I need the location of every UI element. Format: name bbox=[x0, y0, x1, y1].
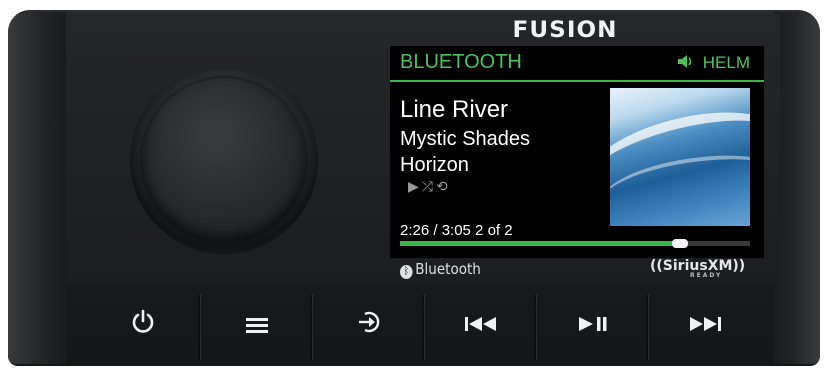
button-strip bbox=[66, 284, 780, 366]
device-side-left bbox=[8, 12, 66, 364]
zone-label: HELM bbox=[702, 53, 750, 72]
screen-header: BLUETOOTH HELM bbox=[390, 46, 764, 82]
power-icon bbox=[130, 309, 156, 341]
previous-track-button[interactable] bbox=[426, 284, 536, 366]
playback-mode-icons: ▶⤮⟲ bbox=[408, 178, 451, 194]
progress-fill bbox=[400, 241, 680, 246]
song-title: Line River bbox=[400, 96, 509, 123]
power-button[interactable] bbox=[88, 284, 198, 366]
source-label: BLUETOOTH bbox=[400, 51, 522, 73]
play-pause-icon bbox=[578, 313, 608, 338]
button-divider bbox=[198, 294, 200, 360]
progress-thumb bbox=[672, 239, 688, 248]
next-track-button[interactable] bbox=[650, 284, 760, 366]
button-divider bbox=[422, 294, 424, 360]
rotary-knob[interactable] bbox=[142, 78, 306, 242]
source-input-icon bbox=[356, 309, 382, 341]
album-art-image bbox=[610, 88, 750, 226]
previous-track-icon bbox=[464, 313, 498, 338]
button-divider bbox=[646, 294, 648, 360]
play-pause-button[interactable] bbox=[538, 284, 648, 366]
progress-bar bbox=[400, 239, 750, 248]
siriusxm-ready-text: READY bbox=[690, 272, 723, 279]
track-time: 2:26 / 3:05 2 of 2 bbox=[400, 222, 513, 239]
speaker-icon bbox=[678, 53, 694, 73]
album-name: Horizon bbox=[400, 154, 469, 176]
next-track-icon bbox=[688, 313, 722, 338]
source-button[interactable] bbox=[314, 284, 424, 366]
bluetooth-badge: ᛒ Bluetooth bbox=[400, 260, 481, 279]
button-divider bbox=[310, 294, 312, 360]
bluetooth-icon: ᛒ bbox=[400, 265, 413, 279]
siriusxm-badge: ((SiriusXM)) READY bbox=[650, 258, 745, 279]
device-side-right bbox=[774, 12, 820, 364]
bluetooth-text: Bluetooth bbox=[415, 260, 481, 278]
stereo-device: FUSION BLUETOOTH HELM Line River Mystic … bbox=[0, 0, 826, 368]
zone-indicator: HELM bbox=[678, 53, 750, 73]
display-screen: BLUETOOTH HELM Line River Mystic Shades … bbox=[390, 46, 764, 258]
fusion-logo: FUSION bbox=[512, 18, 618, 43]
menu-icon bbox=[246, 315, 268, 336]
artist-name: Mystic Shades bbox=[400, 128, 531, 150]
menu-button[interactable] bbox=[202, 284, 312, 366]
button-divider bbox=[534, 294, 536, 360]
